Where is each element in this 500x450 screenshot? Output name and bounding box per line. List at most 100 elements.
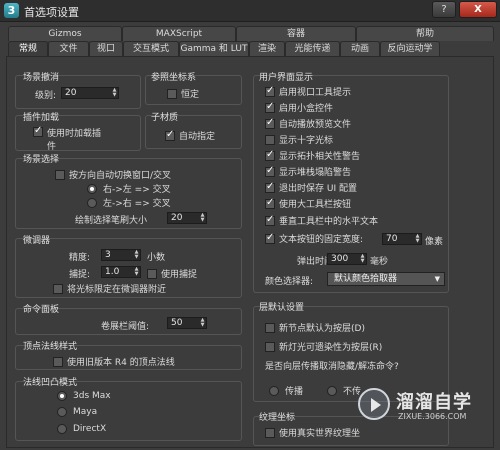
rtl-cross-radio[interactable] xyxy=(87,183,97,194)
auto-assign-label: 自动指定 xyxy=(179,132,216,142)
ref-coord-title: 参照坐标系 xyxy=(151,73,197,83)
real-world-checkbox[interactable] xyxy=(265,427,275,438)
auto-window-checkbox[interactable] xyxy=(55,169,65,180)
bump-maya-radio[interactable] xyxy=(57,407,67,417)
tab-inverse-kinematics[interactable]: 反向运动学 xyxy=(380,41,440,56)
spinner-arrows-icon[interactable]: ▲ ▼ xyxy=(199,213,206,223)
tab-gizmos[interactable]: Gizmos xyxy=(8,26,122,41)
ui-option-checkbox[interactable] xyxy=(265,197,275,209)
tab-files[interactable]: 文件 xyxy=(48,41,89,56)
new-lights-checkbox[interactable] xyxy=(265,341,275,352)
ui-option-checkbox[interactable] xyxy=(265,232,275,244)
ui-option-row[interactable]: 垂直工具栏中的水平文本 xyxy=(265,214,378,227)
color-selector-value: 默认颜色拾取器 xyxy=(334,274,398,284)
tab-maxscript[interactable]: MAXScript xyxy=(122,26,236,41)
bump-3dsmax-radio[interactable] xyxy=(57,391,67,401)
tab-radiosity[interactable]: 光能传递 xyxy=(285,41,340,56)
tab-gamma-lut[interactable]: Gamma 和 LUT xyxy=(179,41,249,56)
rtl-cross-row[interactable]: 右->左 => 交叉 xyxy=(87,182,171,195)
play-logo-icon xyxy=(358,388,390,420)
real-world-row[interactable]: 使用真实世界纹理坐 xyxy=(265,426,360,439)
auto-window-row[interactable]: 按方向自动切换窗口/交叉 xyxy=(55,168,171,181)
ltr-cross-radio[interactable] xyxy=(87,197,97,208)
ui-option-checkbox[interactable] xyxy=(265,134,275,145)
spinner-arrows-icon[interactable]: ▲ ▼ xyxy=(414,234,421,244)
ui-option-checkbox[interactable] xyxy=(265,149,275,161)
precision-value: 3 xyxy=(105,250,111,260)
precision-label: 精度: xyxy=(69,253,91,263)
spinner-arrows-icon[interactable]: ▲ ▼ xyxy=(133,267,140,277)
help-button[interactable]: ? xyxy=(432,1,456,18)
ui-option-row[interactable]: 自动播放预览文件 xyxy=(265,117,351,130)
snap-value: 1.0 xyxy=(105,267,120,277)
snap-label: 捕捉: xyxy=(69,270,91,280)
use-snap-checkbox[interactable] xyxy=(147,268,157,279)
text-width-spinner[interactable]: 70 ▲ ▼ xyxy=(382,233,422,245)
tab-viewports[interactable]: 视口 xyxy=(89,41,123,56)
color-selector-dropdown[interactable]: 默认颜色拾取器 ▼ xyxy=(327,272,445,286)
ui-option-row[interactable]: 退出时保存 UI 配置 xyxy=(265,181,357,194)
spinner-arrows-icon[interactable]: ▲ ▼ xyxy=(359,254,366,264)
constant-checkbox[interactable] xyxy=(167,88,177,99)
rollup-threshold-spinner[interactable]: 50 ▲ ▼ xyxy=(167,317,207,329)
ui-option-row[interactable]: 文本按钮的固定宽度: xyxy=(265,232,363,245)
ui-option-checkbox[interactable] xyxy=(265,101,275,113)
tab-animation[interactable]: 动画 xyxy=(340,41,380,56)
fixed-width-label: 文本按钮的固定宽度: xyxy=(279,235,364,245)
ui-option-row[interactable]: 启用小盒控件 xyxy=(265,101,333,114)
ltr-cross-row[interactable]: 左->右 => 交叉 xyxy=(87,196,171,209)
undo-level-spinner[interactable]: 20 ▲ ▼ xyxy=(61,87,119,99)
ui-option-row[interactable]: 显示十字光标 xyxy=(265,133,333,146)
ui-option-checkbox[interactable] xyxy=(265,85,275,97)
propagate-radio[interactable] xyxy=(269,385,279,396)
ui-option-checkbox[interactable] xyxy=(265,214,275,226)
scene-selection-title: 场景选择 xyxy=(23,155,60,165)
not-propagate-radio[interactable] xyxy=(327,385,337,396)
wrap-cursor-row[interactable]: 将光标限定在微调器附近 xyxy=(53,282,166,295)
brush-size-spinner[interactable]: 20 ▲ ▼ xyxy=(167,212,207,224)
legacy-r4-row[interactable]: 使用旧版本 R4 的顶点法线 xyxy=(53,355,175,368)
tab-general[interactable]: 常规 xyxy=(8,41,48,57)
rollup-threshold-label: 卷展栏阈值: xyxy=(101,322,150,332)
bump-3dsmax-row[interactable]: 3ds Max xyxy=(57,391,111,401)
spinner-arrows-icon[interactable]: ▲ ▼ xyxy=(199,318,206,328)
ui-option-checkbox[interactable] xyxy=(265,117,275,129)
ui-option-row[interactable]: 显示堆栈塌陷警告 xyxy=(265,165,351,178)
load-on-demand-row[interactable]: 使用时加载插件 xyxy=(33,125,109,152)
constant-checkbox-row[interactable]: 恒定 xyxy=(167,87,199,100)
snap-spinner[interactable]: 1.0 ▲ ▼ xyxy=(101,266,141,278)
load-on-demand-checkbox[interactable] xyxy=(33,125,43,137)
autoplay-preview-label: 自动播放预览文件 xyxy=(279,120,352,130)
flyout-time-spinner[interactable]: 300 ▲ ▼ xyxy=(327,253,367,265)
tab-interaction-mode[interactable]: 交互模式 xyxy=(123,41,179,56)
new-lights-row[interactable]: 新灯光可遗染性为按层(R) xyxy=(265,340,382,353)
close-button[interactable]: X xyxy=(459,1,497,18)
auto-assign-row[interactable]: 自动指定 xyxy=(165,129,215,142)
new-nodes-row[interactable]: 新节点默认为按层(D) xyxy=(265,321,365,334)
ui-option-row[interactable]: 使用大工具栏按钮 xyxy=(265,197,351,210)
tab-row-bottom: 常规 文件 视口 交互模式 Gamma 和 LUT 渲染 光能传递 动画 反向运… xyxy=(8,41,440,57)
tab-containers[interactable]: 容器 xyxy=(236,26,356,41)
ui-option-checkbox[interactable] xyxy=(265,165,275,177)
brush-size-label: 绘制选择笔刷大小 xyxy=(75,216,148,226)
ui-option-row[interactable]: 启用视口工具提示 xyxy=(265,85,351,98)
spinner-arrows-icon[interactable]: ▲ ▼ xyxy=(133,250,140,260)
stack-collapse-warning-label: 显示堆栈塌陷警告 xyxy=(279,168,352,178)
auto-assign-checkbox[interactable] xyxy=(165,129,175,141)
undo-level-label: 级别: xyxy=(35,91,57,101)
spinner-arrows-icon[interactable]: ▲ ▼ xyxy=(111,88,118,98)
use-snap-row[interactable]: 使用捕捉 xyxy=(147,267,197,280)
auto-window-label: 按方向自动切换窗口/交叉 xyxy=(69,171,172,181)
precision-spinner[interactable]: 3 ▲ ▼ xyxy=(101,249,141,261)
legacy-r4-checkbox[interactable] xyxy=(53,356,63,367)
bump-maya-row[interactable]: Maya xyxy=(57,407,97,417)
propagate-row[interactable]: 传播 xyxy=(269,384,303,397)
bump-directx-radio[interactable] xyxy=(57,424,67,434)
bump-directx-row[interactable]: DirectX xyxy=(57,424,106,434)
ui-option-row[interactable]: 显示拓扑相关性警告 xyxy=(265,149,360,162)
wrap-cursor-checkbox[interactable] xyxy=(53,283,63,294)
new-nodes-checkbox[interactable] xyxy=(265,322,275,333)
tab-rendering[interactable]: 渲染 xyxy=(249,41,285,56)
tab-help[interactable]: 帮助 xyxy=(356,26,494,41)
ui-option-checkbox[interactable] xyxy=(265,181,275,193)
